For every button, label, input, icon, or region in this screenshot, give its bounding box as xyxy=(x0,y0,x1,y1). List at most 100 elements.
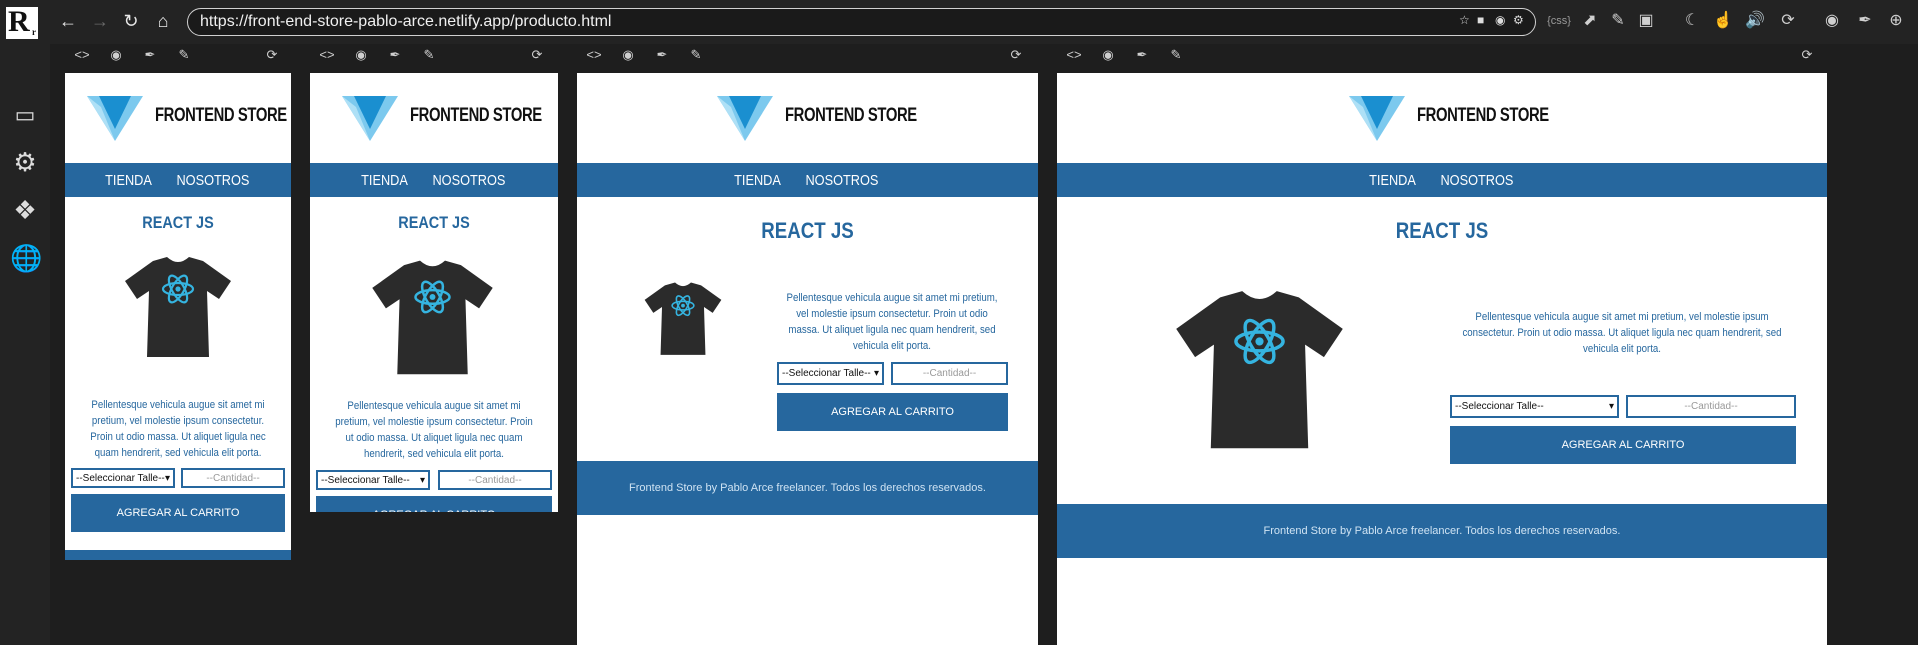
diamond-logo-icon xyxy=(717,96,773,141)
nav-link-nosotros[interactable]: NOSOTROS xyxy=(176,172,249,189)
diamond-logo-icon xyxy=(87,96,143,141)
color-picker-icon[interactable]: ✒ xyxy=(141,46,159,64)
chevron-down-icon: ▾ xyxy=(1608,401,1614,412)
code-icon[interactable]: <> xyxy=(1065,46,1083,64)
site-header: FRONTEND STORE xyxy=(1057,73,1827,163)
site-nav: TIENDA NOSOTROS xyxy=(577,163,1038,197)
size-select[interactable]: --Seleccionar Talle-- ▾ xyxy=(71,468,175,488)
add-to-cart-button[interactable]: AGREGAR AL CARRITO xyxy=(71,494,285,532)
site-nav: TIENDA NOSOTROS xyxy=(1057,163,1827,197)
site-footer xyxy=(65,550,291,560)
chevron-down-icon: ▾ xyxy=(419,474,425,486)
screenshot-icon[interactable]: ◉ xyxy=(352,46,370,64)
forward-icon[interactable]: → xyxy=(89,10,111,32)
quantity-input[interactable]: --Cantidad-- xyxy=(181,468,285,488)
edit-icon[interactable]: ✎ xyxy=(175,46,193,64)
nav-link-tienda[interactable]: TIENDA xyxy=(361,172,408,189)
address-bar-icons: ☆ ■ ◉ ⚙ xyxy=(1459,14,1525,26)
color-picker-icon[interactable]: ✒ xyxy=(386,46,404,64)
chevron-down-icon: ▾ xyxy=(164,472,170,484)
back-icon[interactable]: ← xyxy=(57,10,79,32)
dark-mode-icon[interactable]: ☾ xyxy=(1682,10,1702,32)
color-picker-icon[interactable]: ✒ xyxy=(653,46,671,64)
device-toolbar: <> ◉ ✒ ✎ ⟳ xyxy=(577,44,1038,66)
nav-link-tienda[interactable]: TIENDA xyxy=(1369,172,1416,189)
rotate-icon[interactable]: ⟳ xyxy=(1798,46,1816,64)
edit-icon[interactable]: ✎ xyxy=(687,46,705,64)
product-title: REACT JS xyxy=(398,213,470,232)
size-select-value: --Seleccionar Talle-- xyxy=(782,368,871,379)
screenshot-icon[interactable]: ◉ xyxy=(1822,10,1842,32)
app-logo[interactable]: Rr xyxy=(6,7,38,39)
brand-logo[interactable]: FRONTEND STORE xyxy=(1349,91,1586,141)
size-select[interactable]: --Seleccionar Talle-- ▾ xyxy=(777,362,884,385)
url-text[interactable]: https://front-end-store-pablo-arce.netli… xyxy=(200,13,611,31)
size-select-value: --Seleccionar Talle-- xyxy=(1455,401,1544,412)
devices-icon[interactable]: ▭ xyxy=(10,100,40,130)
brand-logo[interactable]: FRONTEND STORE xyxy=(87,91,291,141)
brand-name: FRONTEND STORE xyxy=(410,105,542,126)
address-bar[interactable]: https://front-end-store-pablo-arce.netli… xyxy=(187,8,1536,36)
quantity-input[interactable]: --Cantidad-- xyxy=(1626,395,1796,418)
color-picker-icon[interactable]: ✒ xyxy=(1133,46,1151,64)
quantity-input[interactable]: --Cantidad-- xyxy=(891,362,1008,385)
diamond-logo-icon xyxy=(1349,96,1405,141)
cursor-select-icon[interactable]: ⬈ xyxy=(1580,10,1600,32)
product-description: Pellentesque vehicula augue sit amet mi … xyxy=(90,399,266,459)
brand-logo[interactable]: FRONTEND STORE xyxy=(342,91,558,141)
product-image xyxy=(370,258,495,383)
rotate-icon[interactable]: ⟳ xyxy=(528,46,546,64)
nav-link-tienda[interactable]: TIENDA xyxy=(105,172,152,189)
bookmark-star-icon[interactable]: ☆ xyxy=(1459,14,1471,26)
nav-link-nosotros[interactable]: NOSOTROS xyxy=(806,172,879,189)
browser-toolbar: Rr ← → ↻ ⌂ https://front-end-store-pablo… xyxy=(0,0,1918,44)
rotate-icon[interactable]: ⟳ xyxy=(1007,46,1025,64)
css-extension[interactable]: {css} xyxy=(1546,10,1572,32)
device-frame-small: FRONTEND STORE TIENDA NOSOTROS REACT JS … xyxy=(65,73,291,560)
add-to-cart-button[interactable]: AGREGAR AL CARRITO xyxy=(777,393,1008,431)
home-icon[interactable]: ⌂ xyxy=(152,10,174,32)
extensions-puzzle-icon[interactable]: ❖ xyxy=(10,195,40,225)
tshirt-image xyxy=(644,282,722,355)
touch-icon[interactable]: ☝ xyxy=(1713,10,1733,32)
sound-icon[interactable]: 🔊 xyxy=(1745,10,1765,32)
brand-logo[interactable]: FRONTEND STORE xyxy=(717,91,954,141)
rotate-icon[interactable]: ⟳ xyxy=(1778,10,1798,32)
tshirt-image xyxy=(1176,291,1343,449)
screenshot-icon[interactable]: ◉ xyxy=(107,46,125,64)
code-icon[interactable]: <> xyxy=(73,46,91,64)
edit-icon[interactable]: ✎ xyxy=(420,46,438,64)
inspect-icon[interactable]: ▣ xyxy=(1636,10,1656,32)
rotate-icon[interactable]: ⟳ xyxy=(263,46,281,64)
quantity-input[interactable]: --Cantidad-- xyxy=(438,470,552,490)
site-header: FRONTEND STORE xyxy=(65,73,291,163)
color-picker-icon[interactable]: ✒ xyxy=(1855,10,1875,32)
code-icon[interactable]: <> xyxy=(585,46,603,64)
add-to-cart-button[interactable]: AGREGAR AL CARRITO xyxy=(316,496,552,512)
extension-icon[interactable]: ⚙ xyxy=(1513,14,1525,26)
brand-name: FRONTEND STORE xyxy=(1417,105,1549,126)
code-icon[interactable]: <> xyxy=(318,46,336,64)
edit-icon[interactable]: ✎ xyxy=(1167,46,1185,64)
screenshot-icon[interactable]: ◉ xyxy=(1099,46,1117,64)
site-footer: Frontend Store by Pablo Arce freelancer.… xyxy=(1057,504,1827,558)
extension-icon[interactable]: ■ xyxy=(1477,14,1489,26)
size-select[interactable]: --Seleccionar Talle-- ▾ xyxy=(316,470,430,490)
globe-icon[interactable]: 🌐 xyxy=(10,243,42,273)
extension-icon[interactable]: ◉ xyxy=(1495,14,1507,26)
add-to-cart-button[interactable]: AGREGAR AL CARRITO xyxy=(1450,426,1796,464)
size-select-value: --Seleccionar Talle-- xyxy=(321,474,410,486)
settings-gear-icon[interactable]: ⚙ xyxy=(10,147,40,177)
edit-icon[interactable]: ✎ xyxy=(1608,10,1628,32)
nav-link-tienda[interactable]: TIENDA xyxy=(734,172,781,189)
size-select[interactable]: --Seleccionar Talle-- ▾ xyxy=(1450,395,1619,418)
tshirt-image xyxy=(125,257,231,357)
device-frame-tablet: FRONTEND STORE TIENDA NOSOTROS REACT JS … xyxy=(577,73,1038,645)
zoom-in-icon[interactable]: ⊕ xyxy=(1886,10,1906,32)
screenshot-icon[interactable]: ◉ xyxy=(619,46,637,64)
nav-link-nosotros[interactable]: NOSOTROS xyxy=(1440,172,1513,189)
device-toolbar: <> ◉ ✒ ✎ ⟳ xyxy=(310,44,558,66)
tshirt-image xyxy=(372,260,493,375)
nav-link-nosotros[interactable]: NOSOTROS xyxy=(432,172,505,189)
reload-icon[interactable]: ↻ xyxy=(120,10,142,32)
